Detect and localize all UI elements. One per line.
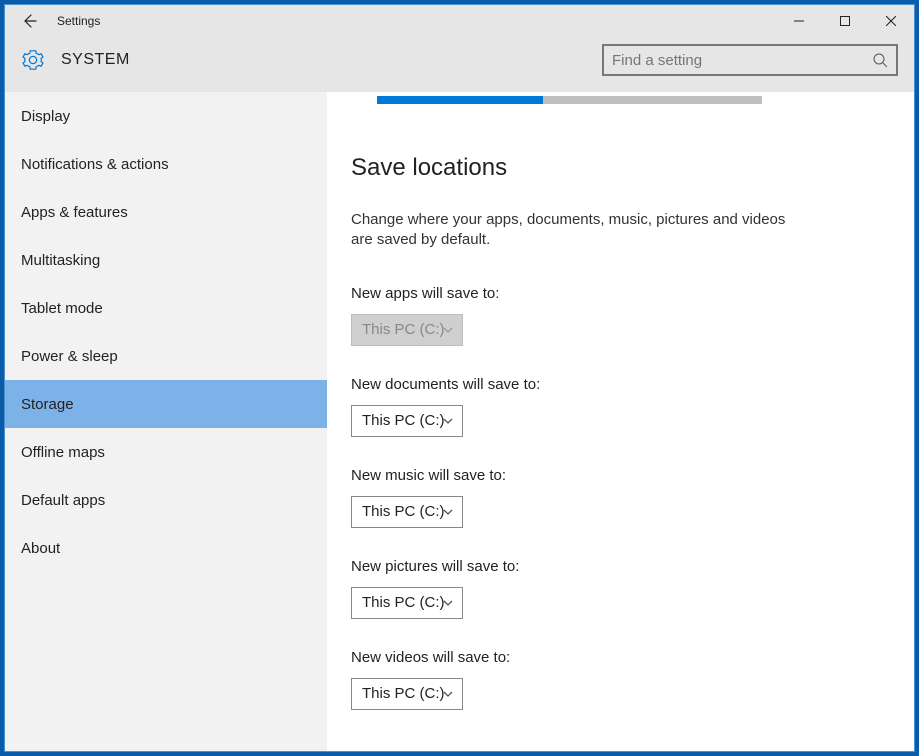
search-icon bbox=[872, 52, 888, 68]
page-description: Change where your apps, documents, music… bbox=[351, 210, 811, 251]
sidebar-item-label: Notifications & actions bbox=[21, 156, 169, 173]
sidebar-item-offline-maps[interactable]: Offline maps bbox=[5, 428, 327, 476]
arrow-left-icon bbox=[21, 13, 37, 29]
maximize-icon bbox=[840, 16, 850, 26]
sidebar-item-about[interactable]: About bbox=[5, 524, 327, 572]
sidebar-item-label: Display bbox=[21, 108, 70, 125]
field-label: New apps will save to: bbox=[351, 285, 890, 302]
sidebar-item-label: About bbox=[21, 540, 60, 557]
sidebar-item-notifications-actions[interactable]: Notifications & actions bbox=[5, 140, 327, 188]
progress-bar bbox=[351, 92, 890, 104]
progress-fill bbox=[377, 96, 543, 104]
save-location-select[interactable]: This PC (C:) bbox=[351, 587, 463, 619]
sidebar-item-display[interactable]: Display bbox=[5, 92, 327, 140]
body: Display Notifications & actions Apps & fea… bbox=[5, 92, 914, 751]
sidebar-item-storage[interactable]: Storage bbox=[5, 380, 327, 428]
chevron-down-icon bbox=[442, 415, 454, 427]
chevron-down-icon bbox=[442, 324, 454, 336]
sidebar-item-apps-features[interactable]: Apps & features bbox=[5, 188, 327, 236]
field-block: New documents will save to: This PC (C:) bbox=[351, 376, 890, 437]
window-title: Settings bbox=[57, 14, 100, 28]
window-controls bbox=[776, 5, 914, 36]
progress-track bbox=[377, 96, 762, 104]
sidebar-item-multitasking[interactable]: Multitasking bbox=[5, 236, 327, 284]
field-label: New pictures will save to: bbox=[351, 558, 890, 575]
minimize-button[interactable] bbox=[776, 5, 822, 36]
title-bar: Settings bbox=[5, 5, 914, 36]
sidebar-item-label: Tablet mode bbox=[21, 300, 103, 317]
select-value: This PC (C:) bbox=[362, 412, 445, 429]
sidebar-item-power-sleep[interactable]: Power & sleep bbox=[5, 332, 327, 380]
chevron-down-icon bbox=[442, 506, 454, 518]
maximize-button[interactable] bbox=[822, 5, 868, 36]
field-block: New videos will save to: This PC (C:) bbox=[351, 649, 890, 710]
sidebar-item-label: Power & sleep bbox=[21, 348, 118, 365]
field-block: New music will save to: This PC (C:) bbox=[351, 467, 890, 528]
close-button[interactable] bbox=[868, 5, 914, 36]
back-button[interactable] bbox=[5, 5, 53, 36]
sidebar-item-label: Storage bbox=[21, 396, 74, 413]
minimize-icon bbox=[794, 16, 804, 26]
select-value: This PC (C:) bbox=[362, 685, 445, 702]
chevron-down-icon bbox=[442, 597, 454, 609]
sidebar-item-label: Offline maps bbox=[21, 444, 105, 461]
content: Save locations Change where your apps, d… bbox=[327, 92, 914, 751]
sidebar-item-tablet-mode[interactable]: Tablet mode bbox=[5, 284, 327, 332]
settings-window: Settings SYSTEM Display Notifications & a… bbox=[4, 4, 915, 752]
save-location-select[interactable]: This PC (C:) bbox=[351, 496, 463, 528]
chevron-down-icon bbox=[442, 688, 454, 700]
page-heading: Save locations bbox=[351, 154, 890, 182]
section-title: SYSTEM bbox=[61, 51, 130, 69]
sidebar-item-label: Multitasking bbox=[21, 252, 100, 269]
save-location-select: This PC (C:) bbox=[351, 314, 463, 346]
select-value: This PC (C:) bbox=[362, 503, 445, 520]
field-label: New videos will save to: bbox=[351, 649, 890, 666]
sidebar: Display Notifications & actions Apps & fea… bbox=[5, 92, 327, 751]
field-label: New documents will save to: bbox=[351, 376, 890, 393]
sidebar-item-label: Apps & features bbox=[21, 204, 128, 221]
header: SYSTEM bbox=[5, 36, 914, 92]
save-location-select[interactable]: This PC (C:) bbox=[351, 405, 463, 437]
sidebar-item-label: Default apps bbox=[21, 492, 105, 509]
select-value: This PC (C:) bbox=[362, 594, 445, 611]
sidebar-item-default-apps[interactable]: Default apps bbox=[5, 476, 327, 524]
field-block: New apps will save to: This PC (C:) bbox=[351, 285, 890, 346]
gear-icon bbox=[21, 48, 45, 72]
search-box[interactable] bbox=[602, 44, 898, 76]
search-input[interactable] bbox=[612, 52, 872, 69]
field-block: New pictures will save to: This PC (C:) bbox=[351, 558, 890, 619]
close-icon bbox=[886, 16, 896, 26]
save-location-select[interactable]: This PC (C:) bbox=[351, 678, 463, 710]
field-label: New music will save to: bbox=[351, 467, 890, 484]
fields-container: New apps will save to:This PC (C:)New do… bbox=[351, 285, 890, 710]
select-value: This PC (C:) bbox=[362, 321, 445, 338]
